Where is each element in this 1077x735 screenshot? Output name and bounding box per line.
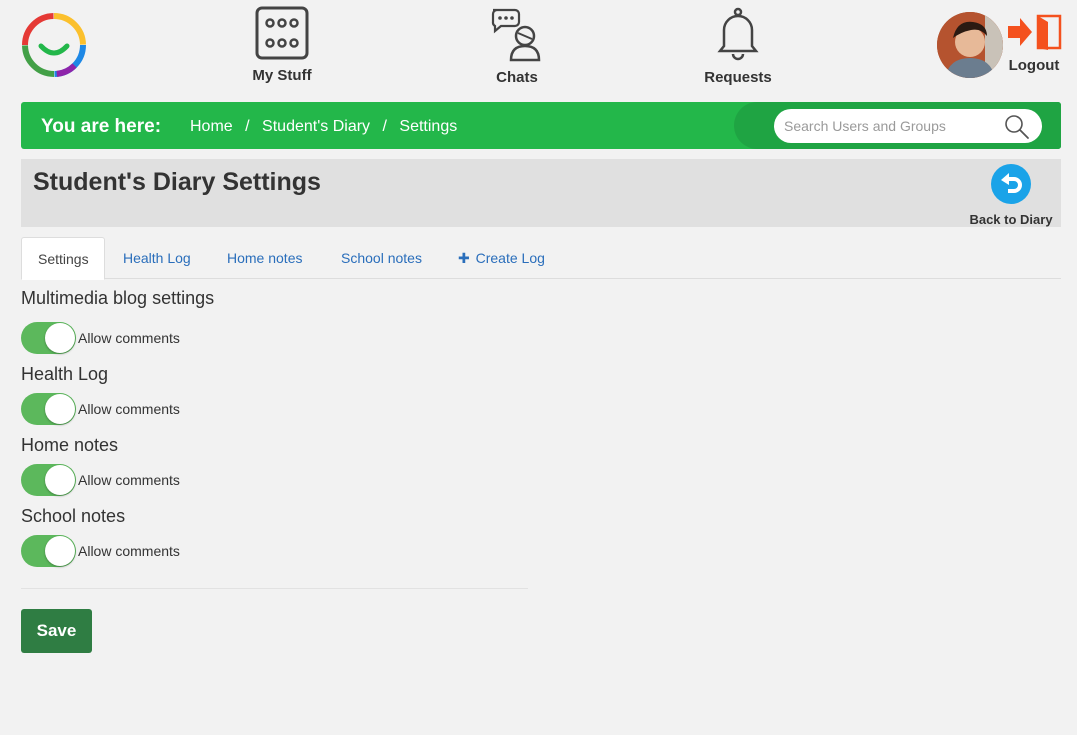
breadcrumb-home[interactable]: Home [190,118,233,135]
toggle-knob [45,536,75,566]
allow-comments-toggle-multimedia-blog[interactable] [21,322,76,354]
breadcrumb-bar: You are here: Home / Student's Diary / S… [21,102,1061,149]
save-button[interactable]: Save [21,609,92,653]
search-box [774,109,1042,143]
search-area [734,102,1061,149]
section-title-school-notes: School notes [21,506,126,526]
toggle-label: Allow comments [78,401,180,417]
grid-dots-icon [255,6,309,60]
back-to-diary-button[interactable]: Back to Diary [961,163,1061,227]
toggle-knob [45,465,75,495]
tab-school-notes[interactable]: School notes [325,237,438,279]
tab-settings[interactable]: Settings [21,237,105,280]
allow-comments-toggle-health-log[interactable] [21,393,76,425]
settings-tabs: Settings Health Log Home notes School no… [21,237,1061,280]
bell-icon [717,7,759,61]
toggle-label: Allow comments [78,330,180,346]
avatar-photo [937,12,1003,78]
allow-comments-toggle-school-notes[interactable] [21,535,76,567]
back-arrow-icon [991,164,1031,204]
search-input[interactable] [784,116,994,136]
nav-requests-label: Requests [704,69,772,86]
nav-my-stuff[interactable]: My Stuff [246,6,318,84]
section-title-health-log: Health Log [21,364,109,384]
toggle-knob [45,323,75,353]
nav-chats[interactable]: Chats [480,6,554,86]
page-title: Student's Diary Settings [33,168,321,196]
allow-comments-toggle-home-notes[interactable] [21,464,76,496]
toggle-label: Allow comments [78,472,180,488]
logout-label: Logout [1008,57,1060,74]
plus-icon: ✚ [458,250,470,266]
chat-person-icon [491,8,541,62]
title-panel: Student's Diary Settings Back to Diary [21,159,1061,227]
breadcrumb-title: You are here: [41,116,162,137]
breadcrumb-students-diary[interactable]: Student's Diary [262,118,370,135]
logout-icon [1008,14,1062,50]
nav-chats-label: Chats [496,69,538,86]
back-to-diary-label: Back to Diary [969,212,1053,227]
breadcrumb: Home / Student's Diary / Settings [190,118,457,136]
tab-home-notes[interactable]: Home notes [211,237,318,279]
user-avatar[interactable] [937,12,1003,78]
nav-my-stuff-label: My Stuff [252,67,312,84]
section-title-home-notes: Home notes [21,435,119,455]
breadcrumb-settings: Settings [399,118,458,135]
tab-create-log-label: Create Log [475,250,545,266]
nav-requests[interactable]: Requests [700,6,776,86]
tab-create-log[interactable]: ✚ Create Log [442,237,561,279]
breadcrumb-separator: / [245,118,250,135]
logout-button[interactable]: Logout [1004,14,1064,74]
breadcrumb-separator: / [382,118,387,135]
divider [21,588,528,589]
app-logo-icon[interactable] [21,12,87,78]
toggle-knob [45,394,75,424]
toggle-label: Allow comments [78,543,180,559]
search-icon[interactable] [1004,114,1030,140]
section-title-multimedia-blog: Multimedia blog settings [21,288,215,308]
tab-health-log[interactable]: Health Log [107,237,207,279]
top-navigation: My Stuff Chats Requests Logout [0,0,1077,96]
